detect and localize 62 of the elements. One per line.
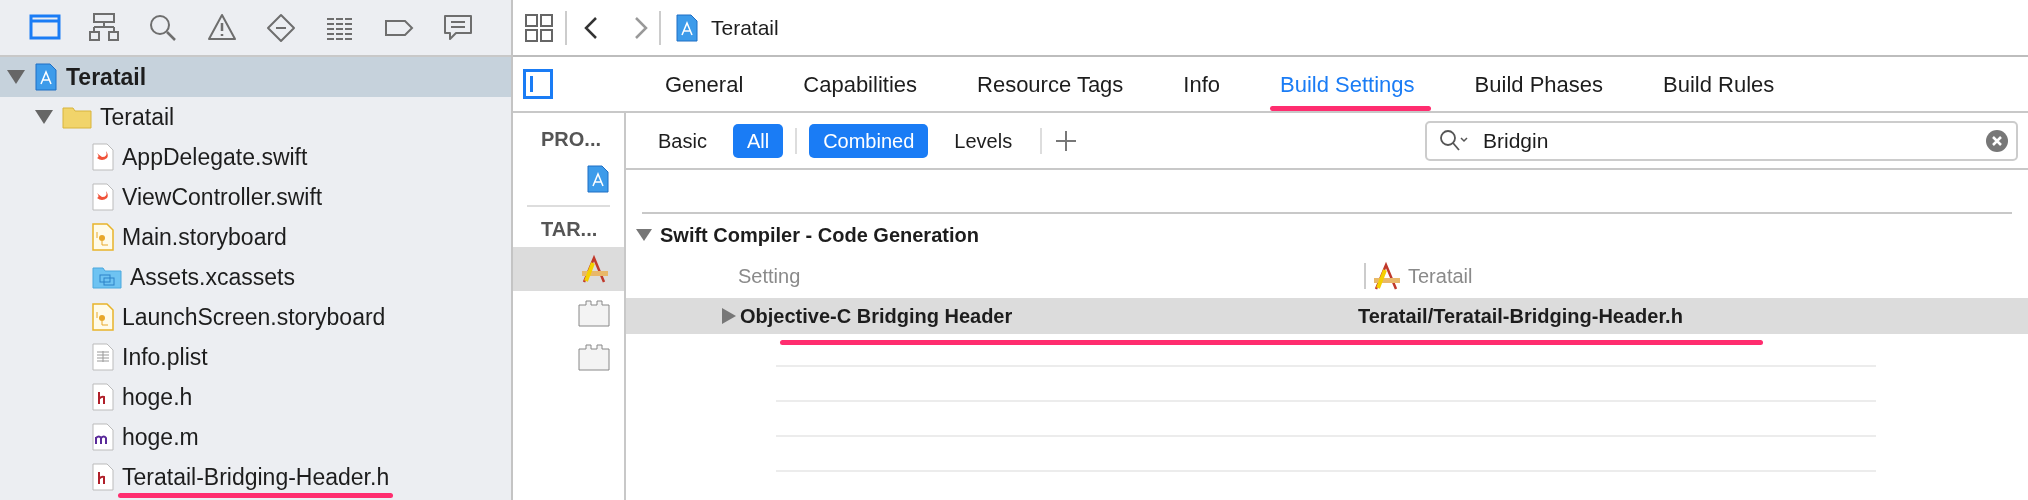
setting-name: Objective-C Bridging Header — [740, 304, 1014, 329]
header-file-icon — [92, 463, 114, 491]
project-file-icon — [34, 63, 58, 91]
tab[interactable]: Resource Tags — [977, 67, 1124, 101]
back-icon[interactable] — [583, 15, 599, 40]
setting-value: Teratail/Teratail-Bridging-Header.h — [1358, 304, 1683, 329]
disclosure-triangle-icon[interactable] — [636, 228, 652, 242]
clear-icon[interactable] — [1986, 129, 2008, 152]
filter-button[interactable]: Levels — [940, 123, 1027, 158]
app-tools-icon — [1372, 261, 1402, 291]
storyboard-file-icon — [92, 223, 114, 251]
swift-file-icon — [92, 143, 114, 171]
source-file-icon — [92, 423, 114, 451]
search-field[interactable]: Bridgin — [1425, 120, 2018, 161]
tree-item[interactable]: Assets.xcassets — [0, 257, 511, 297]
tree-item[interactable]: Info.plist — [0, 337, 511, 377]
filter-button[interactable]: Combined — [809, 123, 929, 158]
settings-row[interactable]: Objective-C Bridging Header Teratail/Teratail-Bridging-Header.h — [626, 298, 2028, 334]
tab[interactable]: Capabilities — [803, 67, 917, 101]
project-file-icon — [675, 13, 699, 42]
tree-item[interactable]: Teratail-Bridging-Header.h — [0, 457, 511, 497]
tab[interactable]: Info — [1183, 67, 1221, 101]
search-icon — [1439, 128, 1469, 153]
plist-file-icon — [92, 343, 114, 371]
filter-button[interactable]: All — [732, 123, 784, 158]
hierarchy-icon[interactable] — [88, 11, 120, 44]
swift-file-icon — [92, 183, 114, 211]
sidebar-toggle-icon[interactable] — [523, 69, 553, 99]
disclosure-triangle-icon[interactable] — [6, 69, 26, 85]
tree-item[interactable]: Main.storyboard — [0, 217, 511, 257]
disclosure-triangle-icon[interactable] — [34, 109, 54, 125]
section-title: Swift Compiler - Code Generation — [660, 223, 979, 248]
tree-item[interactable]: AppDelegate.swift — [0, 137, 511, 177]
tree-item[interactable]: hoge.m — [0, 417, 511, 457]
section-header: TAR... — [540, 217, 599, 242]
grid-icon[interactable] — [525, 13, 553, 42]
tab[interactable]: Build Phases — [1474, 67, 1603, 101]
filter-button[interactable]: Basic — [644, 123, 721, 158]
section-header: PRO... — [540, 127, 602, 152]
breadcrumb-item[interactable]: Teratail — [711, 11, 779, 44]
forward-icon[interactable] — [633, 15, 649, 40]
column-header: Teratail — [1408, 264, 1473, 289]
diamond-icon[interactable] — [265, 11, 297, 44]
tab[interactable]: Build Rules — [1663, 67, 1775, 101]
folder-icon — [62, 105, 92, 129]
add-icon[interactable] — [1056, 130, 1077, 151]
header-file-icon — [92, 383, 114, 411]
tree-item[interactable]: hoge.h — [0, 377, 511, 417]
brick-icon — [578, 343, 610, 371]
tree-item[interactable]: LaunchScreen.storyboard — [0, 297, 511, 337]
project-file-icon — [586, 165, 610, 193]
app-tools-icon — [580, 254, 610, 284]
brick-icon — [578, 299, 610, 327]
asset-folder-icon — [92, 265, 122, 289]
disclosure-triangle-icon[interactable] — [722, 308, 736, 324]
tab[interactable]: Build Settings — [1280, 67, 1415, 101]
storyboard-file-icon — [92, 303, 114, 331]
tree-item[interactable]: Teratail — [0, 97, 511, 137]
tree-item[interactable]: Teratail — [0, 57, 511, 97]
tree-item[interactable]: ViewController.swift — [0, 177, 511, 217]
column-header: Setting — [738, 264, 801, 289]
tab[interactable]: General — [665, 67, 744, 101]
